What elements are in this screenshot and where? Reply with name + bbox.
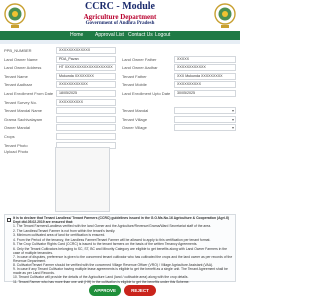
field-label: Tenant Aadhaar — [4, 82, 33, 88]
field-label: Land Enrollment From Date — [4, 91, 54, 96]
form-row: Tenant Mandal Name Tenant Mandal — [4, 107, 236, 115]
field-select[interactable] — [174, 115, 236, 123]
field-select[interactable] — [174, 124, 236, 132]
form-row: PPB_NUMBER XXXXXXXXXXXXX — [4, 47, 236, 54]
field-input[interactable]: XXXXXXXXXX — [56, 98, 116, 106]
field-input[interactable] — [56, 107, 116, 115]
form-row: Crops — [4, 133, 236, 140]
field-label: Tenant Mandal — [122, 108, 149, 114]
field-input[interactable]: HT XXXXXXXXXXXXXXXXXXXX — [56, 64, 116, 72]
field-input[interactable]: Mukunda XXXXXXXX — [56, 72, 116, 80]
field-label: Tenant Name — [4, 73, 28, 79]
field-label: Grama Sachivalayam — [4, 116, 43, 122]
form-row: Tenant Name Mukunda XXXXXXXX Tenant Father… — [4, 72, 236, 80]
field-label: Crops — [4, 134, 15, 139]
field-label: Tenant Village — [122, 116, 148, 122]
declaration-checkbox[interactable] — [7, 218, 11, 222]
upload-label: Upload Photo — [4, 149, 29, 154]
field-label: Owner Village — [122, 125, 147, 131]
field-input[interactable]: 18/05/2025 — [56, 90, 116, 97]
form-row: Land Owner Address HT XXXXXXXXXXXXXXXXXXX… — [4, 64, 236, 72]
field-input[interactable] — [56, 124, 116, 132]
field-input[interactable] — [56, 115, 116, 123]
field-label: Land Enrollment Upto Date — [122, 91, 171, 96]
field-input[interactable]: PDA_Pavan — [56, 55, 116, 63]
field-select[interactable] — [174, 107, 236, 115]
field-label: Land Owner Address — [4, 65, 42, 71]
nav-logout[interactable]: Logout — [155, 32, 170, 38]
field-label: Owner Mandal — [4, 125, 31, 131]
form-row: Owner Mandal Owner Village — [4, 124, 236, 132]
ap-emblem-icon — [214, 3, 236, 28]
reject-button[interactable]: REJECT — [124, 285, 156, 296]
field-input[interactable]: XXX Mukunda XXXXXXXXX — [174, 72, 236, 80]
app-header: CCRC - Module Agriculture Department Gov… — [0, 0, 240, 31]
department-name: Agriculture Department — [83, 13, 157, 21]
form-row: Land Enrollment From Date 18/05/2025 Land … — [4, 90, 236, 97]
field-input[interactable]: XXXXXXXXXXXXX — [56, 47, 116, 54]
government-name: Government of Andhra Pradesh — [85, 21, 155, 26]
sub-band — [0, 40, 240, 44]
field-input[interactable]: XXXXXXXXXXXX — [174, 64, 236, 72]
field-label: Tenant Mobile — [122, 82, 147, 88]
field-label: Tenant Photo — [4, 142, 28, 148]
nav-home[interactable]: Home — [70, 32, 83, 38]
approve-button[interactable]: APPROVE — [89, 285, 121, 296]
field-input[interactable] — [56, 133, 116, 140]
form-row: Tenant Aadhaar XXXXXXXXXXXX Tenant Mobile X… — [4, 81, 236, 89]
field-label: Land Owner Name — [4, 56, 38, 62]
field-label: Land Owner Father — [122, 56, 157, 62]
form-row: Tenant Photo — [4, 141, 236, 149]
field-label: Tenant Father — [122, 73, 147, 79]
field-label: Tenant Mandal Name — [4, 108, 43, 114]
nav-contact-us[interactable]: Contact Us — [128, 32, 153, 38]
app-title: CCRC - Module — [85, 1, 155, 12]
field-input[interactable]: XXXXXXXXXX — [174, 81, 236, 89]
form-row: Land Owner Name PDA_Pavan Land Owner Fathe… — [4, 55, 236, 63]
top-nav: Home Approval List Contact Us Logout — [0, 31, 240, 40]
nav-approval-list[interactable]: Approval List — [95, 32, 124, 38]
form-row: Grama Sachivalayam Tenant Village — [4, 115, 236, 123]
field-input[interactable]: XXXXXXXXXXXX — [56, 81, 116, 89]
photo-upload-box[interactable] — [55, 147, 110, 212]
declaration-box: It is to declare that Tenant Landless/ T… — [4, 214, 236, 284]
field-label: Land Owner Aadhar — [122, 65, 158, 71]
field-label: Tenant Survey No. — [4, 99, 37, 105]
field-label: PPB_NUMBER — [4, 48, 32, 53]
field-input[interactable]: XXXXX — [174, 55, 236, 63]
declaration-item: 11. Tenant Farmer who has more than one … — [13, 279, 190, 284]
form-row: Tenant Survey No. XXXXXXXXXX — [4, 98, 236, 106]
field-input[interactable]: 30/05/2025 — [174, 90, 236, 97]
